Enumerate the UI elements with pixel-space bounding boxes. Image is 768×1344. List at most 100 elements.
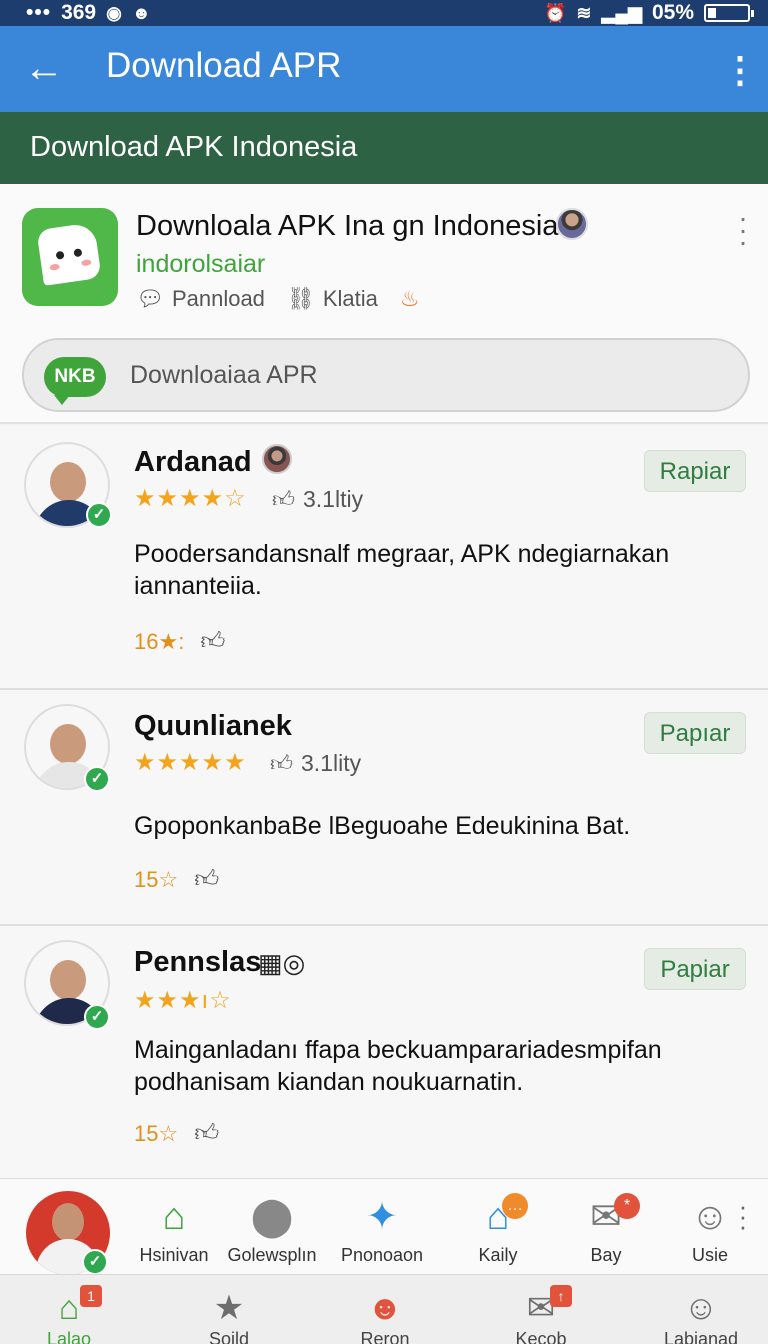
shortcut-label: Usie [691,1245,728,1265]
trending-icon: ♨ [399,286,420,311]
user-icon: ☺ [690,1196,730,1238]
review-item: ✓ Ardanad ★★★★☆ 👍︎ 3.1ltiy Rapiar Pooders… [0,426,768,690]
nav-label: Kecob [515,1329,567,1344]
like-button-icon[interactable]: 👍︎ [194,866,219,894]
app-name: Downloala APK Ina gn Indonesia [136,210,559,242]
nav-label: Reron [360,1329,410,1344]
back-arrow-icon[interactable]: ← [24,44,64,92]
camera-icon: ◉ [106,3,122,23]
shortcut-home[interactable]: ⌂ Hsinivan [118,1193,230,1266]
helpful-count: 👍︎ 3.1lity [270,750,361,777]
like-button-icon[interactable]: 👍︎ [194,1120,219,1148]
shortcut-user[interactable]: ☺ Usie [654,1193,766,1266]
status-count: 369 [61,1,97,24]
review-score: 15☆ [134,1121,179,1146]
nav-label: Soild [208,1329,250,1344]
rating-stars: ★★★★☆ [134,484,247,513]
reviewer-badge-icon [262,444,292,474]
link-icon: ⛓ [286,286,315,311]
nav-face[interactable]: ☻ Reron [330,1289,440,1344]
cell-signal-icon: ▂▄▆ [601,3,642,23]
verified-check-icon: ✓ [84,766,110,792]
grid-badge-icon: ▦◎ [258,948,306,978]
review-footer: 15☆ 👍︎ [134,866,219,894]
nav-badge: ↑ [550,1285,572,1307]
gift-icon: ✦ [366,1196,398,1238]
location-pin-icon: ⬤ [250,1196,294,1238]
chat-house-icon: ⌂ [486,1196,510,1238]
home-icon: ⌂ 1 [14,1285,124,1327]
reviewer-name: Quunlianek [134,710,292,742]
nav-home[interactable]: ⌂ 1 Lalao [14,1285,124,1344]
reviewer-name: Ardanad [134,446,252,478]
meta-download-label: Pannload [171,286,265,311]
reply-button[interactable]: Papıar [644,712,746,754]
shortcut-row: ✓ ⌂ Hsinivan ⬤ Golewsplın ✦ Pnonoaon ⌂ …… [0,1178,768,1275]
profile-icon: ☺ [683,1289,719,1327]
chat-bubble-icon: … [502,1193,528,1219]
rating-stars: ★★★★★ [134,748,247,777]
download-search-bar[interactable]: NKB Downloaiaa APR [22,338,750,412]
review-score: 16★: [134,629,185,654]
meta-category-label: Klatia [322,286,378,311]
mail-icon: ✉ [590,1196,622,1238]
app-meta: 💬︎ Pannload ⛓ Klatia ♨ [136,286,420,312]
search-bar-text: Downloaiaa APR [130,361,318,389]
filled-stars: ★★★★★ [134,749,247,776]
nav-star[interactable]: ★ Soild [174,1289,284,1344]
review-footer: 15☆ 👍︎ [134,1120,219,1148]
review-score: 15☆ [134,867,179,892]
overflow-menu-icon[interactable]: ⋮ [722,48,758,92]
nav-label: Lalao [46,1329,92,1344]
reply-button[interactable]: Papiar [644,948,746,990]
developer-avatar[interactable] [556,208,588,240]
shortcut-chat[interactable]: ⌂ … Kaily [442,1193,554,1266]
shortcut-label: Kaily [478,1245,518,1265]
shortcut-location[interactable]: ⬤ Golewsplın [216,1193,328,1266]
verified-check-icon: ✓ [82,1249,108,1275]
status-left: ••• 369 ◉ ☻ [26,0,151,26]
review-text: Poodersandansnalf megraar, APK ndegiarna… [134,540,670,600]
empty-stars: ı☆ [201,987,232,1014]
reviewer-name: Pennslas [134,946,262,978]
review-text: Mainganladanı ffapa beckuamparariadesmpi… [134,1036,662,1096]
house-icon: ⌂ [162,1196,186,1238]
star-icon: ★ [213,1289,245,1327]
status-bar: ••• 369 ◉ ☻ ⏰ ≋ ▂▄▆ 05% [0,0,768,26]
bottom-nav: ⌂ 1 Lalao ★ Soild ☻ Reron ✉ ↑ Kecob ☺ Labi… [0,1274,768,1344]
card-more-icon[interactable]: · · · [736,204,750,256]
helpful-count: 👍︎ 3.1ltiy [272,486,363,513]
app-bar: ← Download APR ⋮ [0,26,768,112]
notification-dot: * [614,1193,640,1219]
nav-mail[interactable]: ✉ ↑ Kecob [486,1285,596,1344]
shortcut-gift[interactable]: ✦ Pnonoaon [326,1193,438,1266]
shortcut-mail[interactable]: ✉ * Bay [550,1193,662,1266]
thumb-icon: 👍︎ [270,751,293,776]
shortcut-label: Bay [590,1245,622,1265]
shortcut-label: Golewsplın [227,1245,317,1265]
verified-check-icon: ✓ [86,502,112,528]
filled-stars: ★★★ [134,987,202,1014]
alarm-icon: ⏰ [544,3,567,23]
review-footer: 16★: 👍︎ [134,628,225,656]
helpful-value: 3.1ltiy [303,486,364,512]
nav-profile[interactable]: ☺ Labianad [646,1289,756,1344]
verified-check-icon: ✓ [84,1004,110,1030]
developer-link[interactable]: indorolsaiar [136,250,265,279]
review-item: ✓ Quunlianek ★★★★★ 👍︎ 3.1lity Papıar Gpop… [0,690,768,926]
reply-button[interactable]: Rapiar [644,450,746,492]
status-right: ⏰ ≋ ▂▄▆ 05% [544,0,754,26]
nav-label: Labianad [663,1329,739,1344]
thumb-icon: 👍︎ [272,487,295,512]
empty-stars: ☆ [224,485,247,512]
shortcut-label: Pnonoaon [340,1245,424,1265]
battery-percent: 05% [651,1,694,24]
app-logo-icon[interactable] [22,208,118,306]
app-card: Downloala APK Ina gn Indonesia indorolsa… [0,184,768,424]
shortcut-more-icon[interactable]: · · · [738,1193,748,1239]
comment-icon: 💬︎ [136,286,164,311]
battery-icon [704,4,754,22]
filled-stars: ★★★★ [134,485,225,512]
page-title: Download APR [106,46,342,85]
like-button-icon[interactable]: 👍︎ [200,628,225,656]
